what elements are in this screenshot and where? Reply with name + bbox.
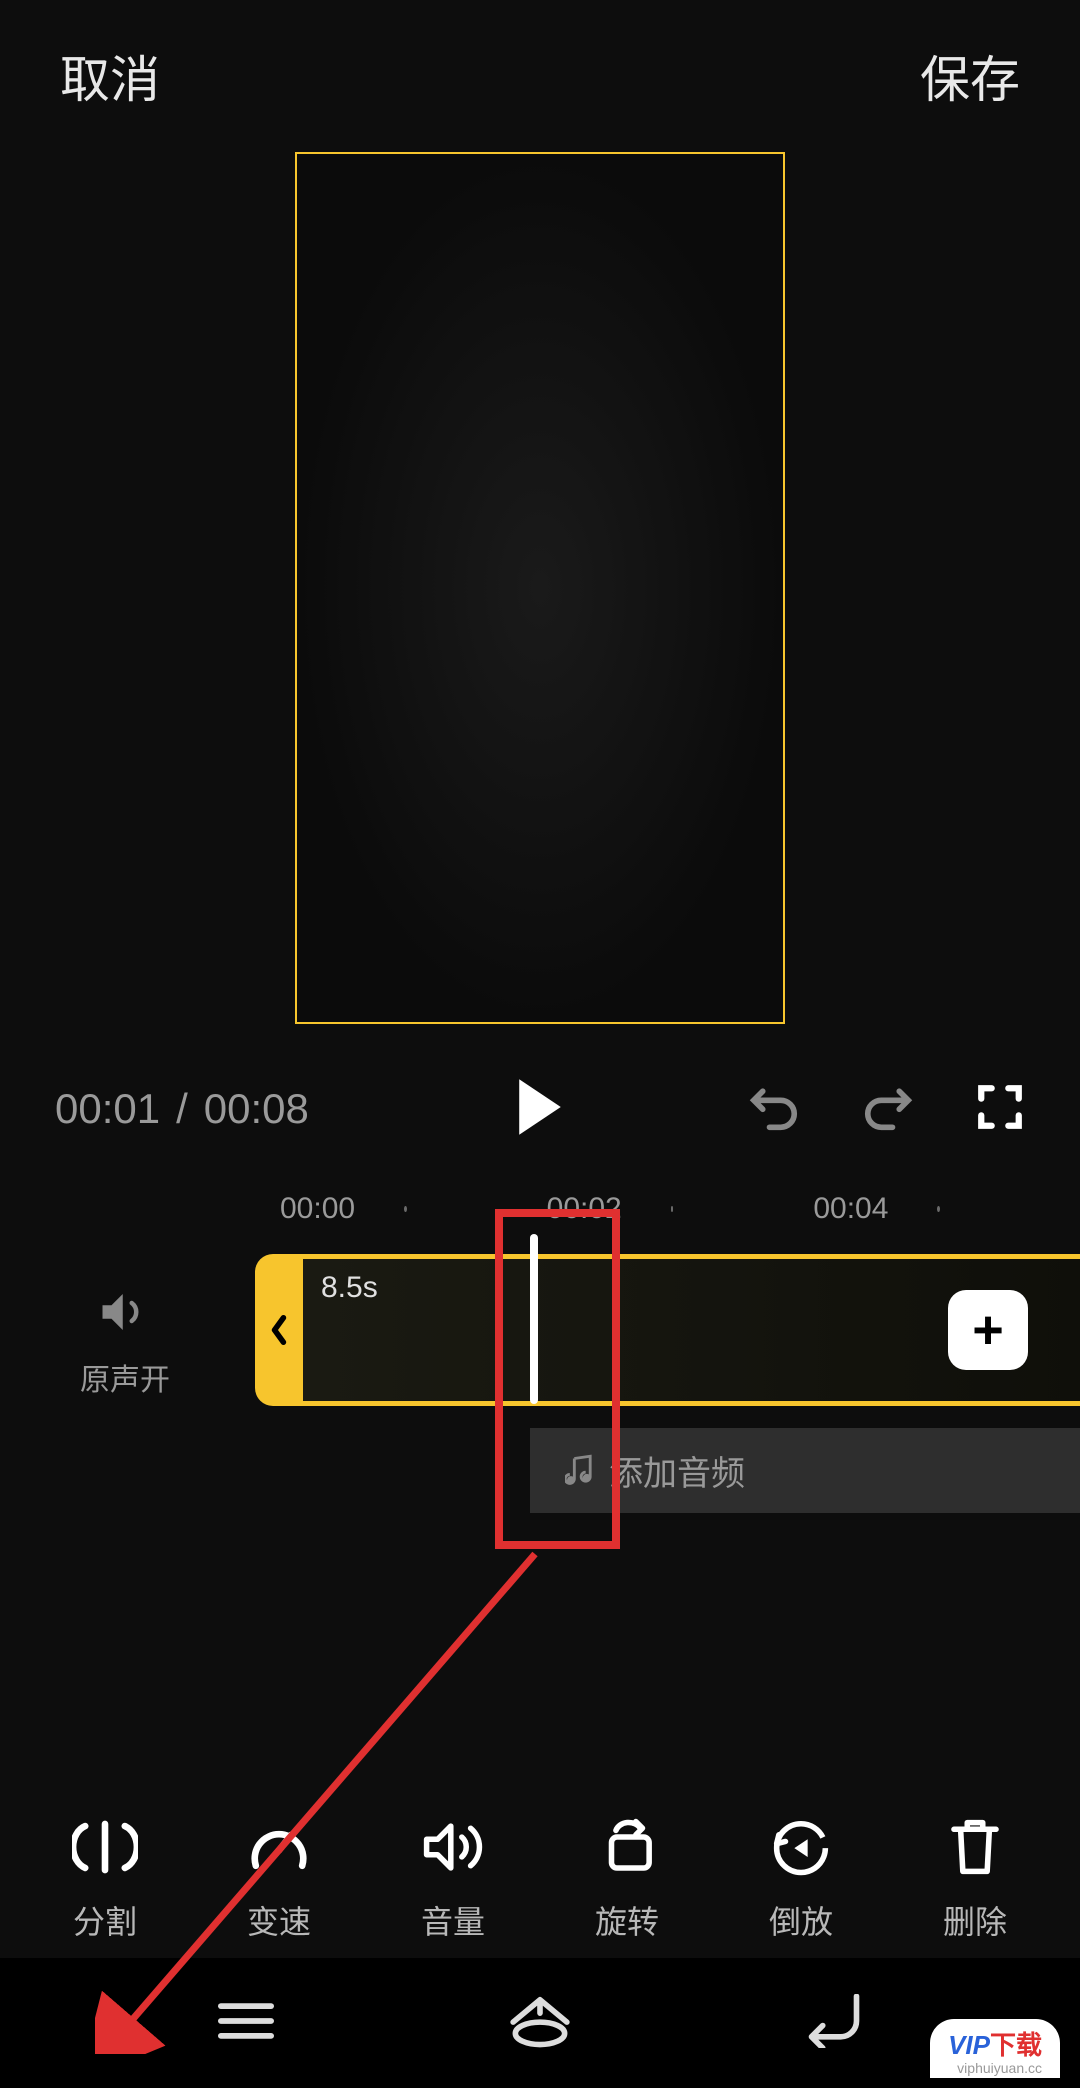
menu-icon bbox=[214, 1997, 278, 2045]
split-label: 分割 bbox=[73, 1897, 137, 1943]
sound-toggle-button[interactable]: 原声开 bbox=[80, 1289, 170, 1399]
fullscreen-button[interactable] bbox=[975, 1082, 1025, 1137]
time-marker-dot bbox=[404, 1206, 407, 1212]
nav-home-button[interactable] bbox=[506, 1993, 574, 2054]
split-button[interactable]: 分割 bbox=[40, 1817, 170, 1943]
video-preview-frame[interactable] bbox=[295, 152, 785, 1024]
delete-button[interactable]: 删除 bbox=[910, 1817, 1040, 1943]
time-marker: 00:00 bbox=[280, 1192, 409, 1226]
time-separator: / bbox=[176, 1085, 188, 1133]
speaker-icon bbox=[80, 1289, 170, 1340]
timeline-ruler: 00:00 00:02 00:04 bbox=[0, 1184, 1080, 1234]
split-icon bbox=[72, 1817, 138, 1877]
rotate-button[interactable]: 旋转 bbox=[562, 1817, 692, 1943]
time-marker: 00:04 bbox=[813, 1192, 942, 1226]
speed-icon bbox=[247, 1817, 311, 1877]
video-clip-track[interactable]: 8.5s + bbox=[255, 1254, 1080, 1406]
reverse-icon bbox=[770, 1817, 832, 1877]
speed-button[interactable]: 变速 bbox=[214, 1817, 344, 1943]
rotate-icon bbox=[596, 1817, 658, 1877]
back-icon bbox=[802, 1994, 866, 2048]
current-time: 00:01 bbox=[55, 1085, 160, 1133]
play-button[interactable] bbox=[514, 1077, 566, 1142]
add-audio-label: 添加音频 bbox=[609, 1446, 745, 1495]
timeline-playhead[interactable] bbox=[530, 1234, 538, 1404]
watermark: VIP下载 viphuiyuan.cc bbox=[930, 2019, 1060, 2078]
fullscreen-icon bbox=[975, 1082, 1025, 1132]
home-icon bbox=[506, 1993, 574, 2049]
time-marker-dot bbox=[937, 1206, 940, 1212]
time-marker: 00:02 bbox=[547, 1192, 676, 1226]
sound-toggle-label: 原声开 bbox=[80, 1355, 170, 1399]
video-preview-area bbox=[0, 142, 1080, 1054]
total-time: 00:08 bbox=[204, 1085, 309, 1133]
time-display: 00:01 / 00:08 bbox=[55, 1085, 309, 1133]
watermark-brand: VIP bbox=[948, 2030, 990, 2060]
reverse-label: 倒放 bbox=[769, 1897, 833, 1943]
redo-button[interactable] bbox=[861, 1080, 915, 1139]
cancel-button[interactable]: 取消 bbox=[60, 40, 160, 112]
nav-back-button[interactable] bbox=[802, 1994, 866, 2053]
reverse-button[interactable]: 倒放 bbox=[736, 1817, 866, 1943]
rotate-label: 旋转 bbox=[595, 1897, 659, 1943]
undo-icon bbox=[747, 1080, 801, 1134]
volume-icon bbox=[420, 1817, 486, 1877]
redo-icon bbox=[861, 1080, 915, 1134]
play-icon bbox=[514, 1077, 566, 1137]
save-button[interactable]: 保存 bbox=[920, 40, 1020, 112]
trash-icon bbox=[947, 1817, 1003, 1877]
volume-label: 音量 bbox=[421, 1897, 485, 1943]
speed-label: 变速 bbox=[247, 1897, 311, 1943]
nav-menu-button[interactable] bbox=[214, 1997, 278, 2050]
chevron-left-icon bbox=[269, 1313, 289, 1347]
add-audio-button[interactable]: 添加音频 bbox=[530, 1428, 1080, 1513]
add-clip-button[interactable]: + bbox=[948, 1290, 1028, 1370]
undo-button[interactable] bbox=[747, 1080, 801, 1139]
volume-button[interactable]: 音量 bbox=[388, 1817, 518, 1943]
watermark-text: 下载 bbox=[990, 2030, 1042, 2060]
music-note-icon bbox=[565, 1454, 595, 1488]
watermark-sub: viphuiyuan.cc bbox=[948, 2060, 1042, 2076]
delete-label: 删除 bbox=[943, 1897, 1007, 1943]
clip-left-handle[interactable] bbox=[255, 1254, 303, 1406]
plus-icon: + bbox=[972, 1299, 1004, 1361]
